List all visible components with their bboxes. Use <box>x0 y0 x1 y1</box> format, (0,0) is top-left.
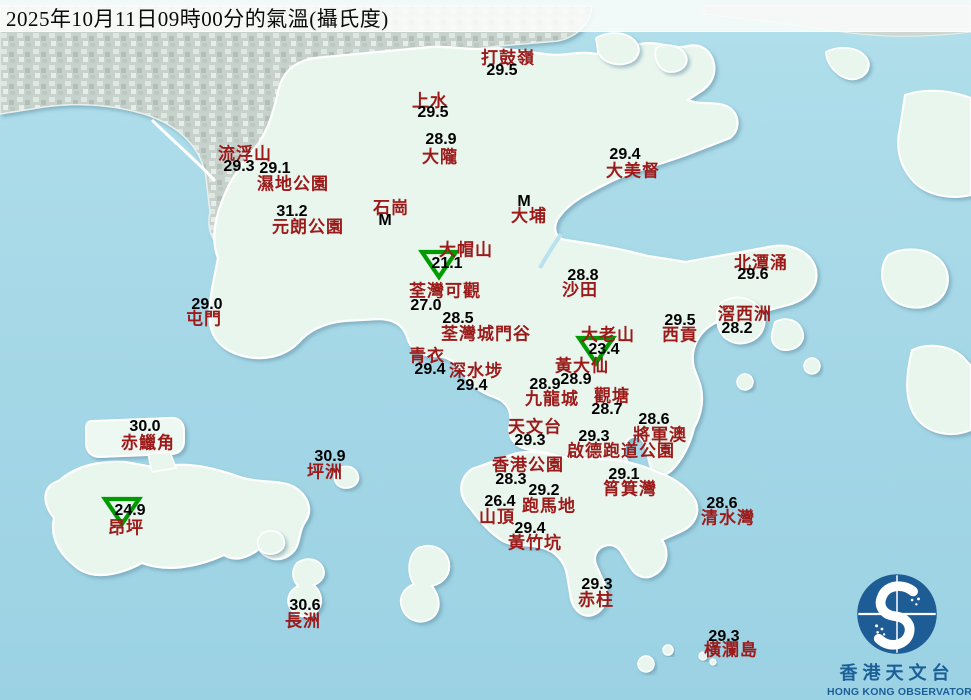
station-value: 28.6 <box>706 495 737 513</box>
station-value: 29.4 <box>514 520 545 538</box>
station-value: 23.4 <box>588 341 619 359</box>
hko-logo-english: HONG KONG OBSERVATORY <box>827 686 967 698</box>
station-value: 29.3 <box>223 158 254 176</box>
station-value: 26.4 <box>484 493 515 511</box>
hko-logo-chinese: 香港天文台 <box>827 659 967 685</box>
island-small-3 <box>663 645 673 655</box>
station-value: 28.5 <box>442 310 473 328</box>
title-bar: 2025年10月11日09時00分的氣溫(攝氏度) <box>0 0 971 32</box>
station-value: 28.8 <box>567 267 598 285</box>
island-po-toi <box>638 656 654 672</box>
station-value: 30.9 <box>314 448 345 466</box>
station-value: 28.3 <box>495 471 526 489</box>
island-hei-ling-chau <box>258 531 285 554</box>
station-value: 29.1 <box>259 160 290 178</box>
island-mirs-2 <box>655 45 686 72</box>
map-title: 2025年10月11日09時00分的氣溫(攝氏度) <box>0 0 971 33</box>
station-value: 29.5 <box>486 62 517 80</box>
station-value: 29.5 <box>664 312 695 330</box>
landmass-east-2 <box>882 249 948 307</box>
station-value: 28.2 <box>721 320 752 338</box>
island-shelter <box>772 319 803 350</box>
station-value: 28.7 <box>591 401 622 419</box>
station-value: 21.1 <box>431 255 462 273</box>
station-value: 29.0 <box>191 296 222 314</box>
station-value: 29.4 <box>456 377 487 395</box>
station-value: 29.3 <box>581 576 612 594</box>
station-value: 29.4 <box>609 146 640 164</box>
station-value: 28.6 <box>638 411 669 429</box>
station-value: 28.9 <box>560 371 591 389</box>
station-value: M <box>378 212 391 230</box>
station-value: 29.2 <box>528 482 559 500</box>
station-value: 29.3 <box>708 628 739 646</box>
station-value: 29.6 <box>737 266 768 284</box>
hko-logo-icon <box>854 571 940 657</box>
hko-logo: 香港天文台 HONG KONG OBSERVATORY <box>827 571 967 698</box>
airport-connector <box>148 452 176 472</box>
island-small-1 <box>804 358 820 374</box>
temperature-map-page: 2025年10月11日09時00分的氣溫(攝氏度) 打鼓嶺29.5上水29.5大… <box>0 0 971 700</box>
island-small-2 <box>737 374 753 390</box>
station-value: 29.1 <box>608 466 639 484</box>
station-value: 24.9 <box>114 502 145 520</box>
station-value: 28.9 <box>425 131 456 149</box>
station-value: 28.9 <box>529 376 560 394</box>
station-value: 29.5 <box>417 104 448 122</box>
station-value: 30.0 <box>129 418 160 436</box>
station-value: 29.3 <box>578 428 609 446</box>
station-value: 27.0 <box>410 297 441 315</box>
station-value: 29.3 <box>514 432 545 450</box>
station-value: 31.2 <box>276 203 307 221</box>
station-value: M <box>517 193 530 211</box>
station-value: 30.6 <box>289 597 320 615</box>
hong-kong-map <box>0 0 971 700</box>
station-value: 29.4 <box>414 361 445 379</box>
